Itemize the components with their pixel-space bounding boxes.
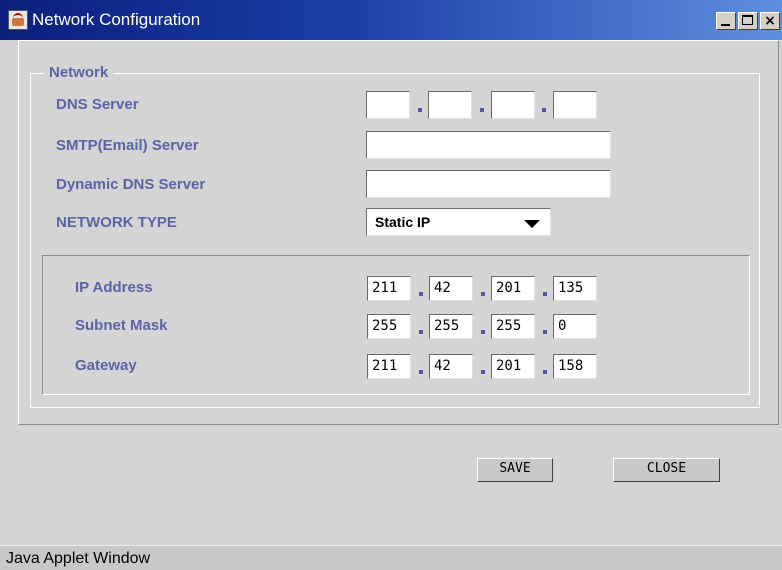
gateway-octet-4[interactable]: 158 (553, 354, 597, 379)
network-group-legend: Network (44, 64, 114, 81)
minimize-button[interactable] (716, 12, 736, 30)
applet-warning-label: Java Applet Window (6, 550, 151, 567)
java-cup-icon (8, 10, 28, 30)
chevron-down-icon (524, 220, 540, 228)
network-type-value: Static IP (375, 214, 431, 230)
network-type-select[interactable]: Static IP (366, 208, 551, 236)
dot-separator (481, 370, 485, 374)
dot-separator (543, 292, 547, 296)
gateway-octet-2[interactable]: 42 (429, 354, 473, 379)
ip-octet-4[interactable]: 135 (553, 276, 597, 301)
dot-separator (419, 330, 423, 334)
subnet-mask-label: Subnet Mask (75, 317, 168, 334)
gateway-label: Gateway (75, 357, 137, 374)
smtp-server-label: SMTP(Email) Server (56, 137, 199, 154)
gateway-octet-3[interactable]: 201 (491, 354, 535, 379)
close-button[interactable]: CLOSE (613, 458, 720, 482)
network-type-label: NETWORK TYPE (56, 214, 177, 231)
dot-separator (543, 370, 547, 374)
dot-separator (542, 108, 546, 112)
smtp-server-input[interactable] (366, 131, 611, 159)
ip-octet-1[interactable]: 211 (367, 276, 411, 301)
dynamic-dns-server-input[interactable] (366, 170, 611, 198)
close-window-button[interactable]: × (760, 12, 780, 30)
subnet-octet-2[interactable]: 255 (429, 314, 473, 339)
window-title: Network Configuration (32, 10, 201, 29)
title-bar[interactable]: Network Configuration × (0, 0, 782, 40)
dot-separator (481, 292, 485, 296)
dns-server-label: DNS Server (56, 96, 139, 113)
dns-octet-2[interactable] (428, 91, 472, 119)
save-button[interactable]: SAVE (477, 458, 553, 482)
ip-octet-2[interactable]: 42 (429, 276, 473, 301)
dns-octet-3[interactable] (491, 91, 535, 119)
dot-separator (543, 330, 547, 334)
dns-octet-1[interactable] (366, 91, 410, 119)
subnet-octet-1[interactable]: 255 (367, 314, 411, 339)
subnet-octet-3[interactable]: 255 (491, 314, 535, 339)
ip-address-label: IP Address (75, 279, 153, 296)
close-icon: × (764, 13, 776, 29)
maximize-button[interactable] (738, 12, 758, 30)
dynamic-dns-server-label: Dynamic DNS Server (56, 176, 206, 193)
subnet-octet-4[interactable]: 0 (553, 314, 597, 339)
dot-separator (480, 108, 484, 112)
dot-separator (481, 330, 485, 334)
ip-octet-3[interactable]: 201 (491, 276, 535, 301)
dns-octet-4[interactable] (553, 91, 597, 119)
dot-separator (419, 370, 423, 374)
dot-separator (418, 108, 422, 112)
dot-separator (419, 292, 423, 296)
status-bar: Java Applet Window (0, 545, 782, 570)
gateway-octet-1[interactable]: 211 (367, 354, 411, 379)
